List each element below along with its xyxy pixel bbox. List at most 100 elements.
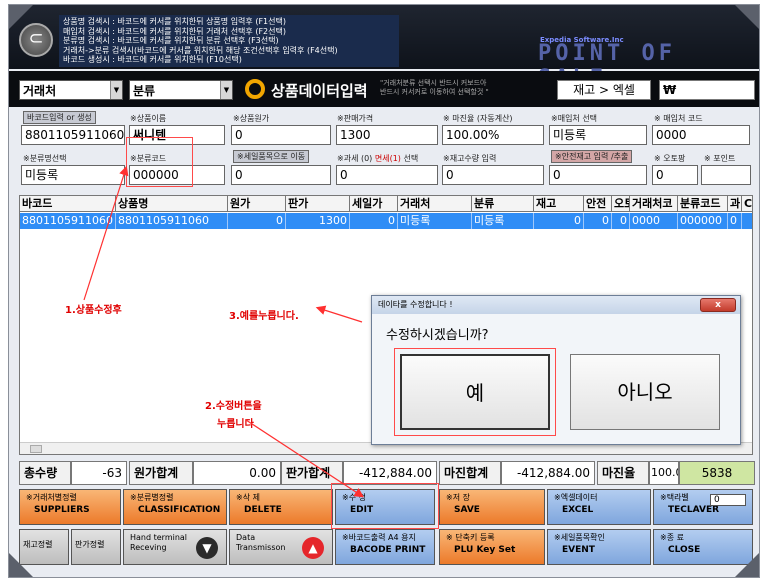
highlight-box-edit xyxy=(331,483,439,529)
cost-input[interactable]: 0 xyxy=(231,125,331,145)
confirm-dialog: 데이타를 수정합니다 ! x 수정하시겠습니까? 예 아니오 xyxy=(371,295,741,445)
corner-decoration xyxy=(735,553,759,577)
excel-button[interactable]: ※엑셀데이터 EXCEL xyxy=(547,489,651,525)
teclaver-button[interactable]: ※택라벨 TECLAVER 0 xyxy=(653,489,753,525)
button-label-en: TECLAVER xyxy=(668,505,720,515)
help-text: 상품명 검색시 : 바코드에 커서를 위치한뒤 상품명 입력후 (F1선택) 매… xyxy=(59,15,399,67)
upload-icon: ▲ xyxy=(302,537,324,559)
category-combo[interactable]: 분류 ▼ xyxy=(129,80,233,100)
total-qty-value: -63 xyxy=(71,461,127,485)
stock-to-excel-button[interactable]: 재고 > 엑셀 xyxy=(557,80,651,100)
yes-button[interactable]: 예 xyxy=(400,354,550,430)
table-row[interactable]: 8801105911060 8801105911060 0 1300 0 미등록… xyxy=(20,213,752,229)
won-field[interactable]: ₩ xyxy=(659,80,755,100)
price-label: ※판매가격 xyxy=(337,114,374,123)
col-header[interactable]: 원가 xyxy=(228,196,286,212)
cell-category-code: 000000 xyxy=(678,213,728,229)
button-label-en: CLASSIFICATION xyxy=(138,505,221,515)
col-header[interactable]: 거래처코 xyxy=(630,196,678,212)
button-label: ※종 료 xyxy=(660,533,684,542)
ring-logo-icon xyxy=(245,79,265,99)
teclaver-count-input[interactable]: 0 xyxy=(710,494,746,506)
category-input[interactable]: 미등록 xyxy=(21,165,125,185)
barcode-print-button[interactable]: ※바코드출력 A4 용지 BACODE PRINT xyxy=(335,529,435,565)
col-header[interactable]: 바코드 xyxy=(20,196,116,212)
no-button[interactable]: 아니오 xyxy=(570,354,720,430)
close-icon[interactable]: x xyxy=(700,298,736,312)
stock-input[interactable]: 0 xyxy=(442,165,544,185)
annotation-step1: 1.상품수정후 xyxy=(65,305,122,316)
col-header[interactable]: C xyxy=(742,196,752,212)
button-label: ※분류별정렬 xyxy=(130,493,174,502)
cell-cost: 0 xyxy=(228,213,286,229)
auto-price-input[interactable]: 0 xyxy=(652,165,698,185)
button-label-en: CLOSE xyxy=(668,545,701,555)
cell-auto: 0 xyxy=(612,213,630,229)
supplier-code-input[interactable]: 0000 xyxy=(652,125,750,145)
col-header[interactable]: 거래처 xyxy=(398,196,472,212)
safety-stock-input[interactable]: 0 xyxy=(549,165,647,185)
delete-button[interactable]: ※삭 제 DELETE xyxy=(229,489,333,525)
chevron-down-icon[interactable]: ▼ xyxy=(110,81,122,99)
cost-label: ※상품원가 xyxy=(233,114,270,123)
sale-price-input[interactable]: 0 xyxy=(231,165,331,185)
margin-rate-label: 마진율 xyxy=(597,461,649,485)
price-input[interactable]: 1300 xyxy=(336,125,438,145)
button-label-en: EXCEL xyxy=(562,505,594,515)
auto-price-label: ※ 오토팡 xyxy=(654,154,686,163)
save-button[interactable]: ※저 장 SAVE xyxy=(439,489,545,525)
event-button[interactable]: ※세일품목확인 EVENT xyxy=(547,529,651,565)
safety-stock-button[interactable]: ※안전재고 입력 /추출 xyxy=(551,150,633,163)
point-input[interactable] xyxy=(701,165,751,185)
dialog-message: 수정하시겠습니까? xyxy=(386,328,489,343)
col-header[interactable]: 상품명 xyxy=(116,196,228,212)
col-header[interactable]: 세일가 xyxy=(350,196,398,212)
category-combo-value: 분류 xyxy=(133,84,156,98)
button-label: ※엑셀데이터 xyxy=(554,493,598,502)
total-margin-label: 마진합계 xyxy=(439,461,501,485)
total-price-value: -412,884.00 xyxy=(343,461,437,485)
barcode-generate-button[interactable]: 바코드입력 or 생성 xyxy=(23,111,96,124)
supplier-label: ※매입처 선택 xyxy=(551,114,598,123)
margin-input: 100.00% xyxy=(442,125,544,145)
col-header[interactable]: 과 xyxy=(728,196,742,212)
supplier-input[interactable]: 미등록 xyxy=(549,125,647,145)
transmission-button[interactable]: Data Transmisson ▲ xyxy=(229,529,333,565)
sort-suppliers-button[interactable]: ※거래처별정렬 SUPPLIERS xyxy=(19,489,121,525)
col-header[interactable]: 분류 xyxy=(472,196,534,212)
move-to-sale-button[interactable]: ※세일품목으로 이동 xyxy=(233,150,310,163)
col-header[interactable]: 오토 xyxy=(612,196,630,212)
corner-decoration xyxy=(9,553,33,577)
col-header[interactable]: 안전 xyxy=(584,196,612,212)
exit-icon[interactable]: ⊂ xyxy=(19,23,53,57)
total-qty-label: 총수량 xyxy=(19,461,71,485)
button-label: ※삭 제 xyxy=(236,493,260,502)
barcode-input[interactable]: 8801105911060 xyxy=(21,125,125,145)
highlight-box-name xyxy=(126,137,193,187)
col-header[interactable]: 판가 xyxy=(286,196,350,212)
chevron-down-icon[interactable]: ▼ xyxy=(220,81,232,99)
scrollbar-thumb[interactable] xyxy=(30,445,42,453)
title-toolbar: 거래처 ▼ 분류 ▼ 상품데이터입력 "거래처분류 선택시 반드시 커보드아 반… xyxy=(9,71,759,107)
stock-label: ※재고수량 입력 xyxy=(443,154,497,163)
receiving-button[interactable]: Hand terminal Receving ▼ xyxy=(123,529,227,565)
button-label: ※세일품목확인 xyxy=(554,533,605,542)
price-sort-button[interactable]: 판가정렬 xyxy=(71,529,121,565)
cell-price: 1300 xyxy=(286,213,350,229)
col-header[interactable]: 재고 xyxy=(534,196,584,212)
sort-classification-button[interactable]: ※분류별정렬 CLASSIFICATION xyxy=(123,489,227,525)
cell-sale: 0 xyxy=(350,213,398,229)
tax-input[interactable]: 0 xyxy=(336,165,438,185)
record-count: 5838 xyxy=(679,461,755,485)
download-icon: ▼ xyxy=(196,537,218,559)
button-label-en: SUPPLIERS xyxy=(34,505,90,515)
help-line: 거래처->분류 검색시(바코드에 커서를 위치한뒤 해당 조건선택후 입력후 (… xyxy=(63,45,338,55)
help-line: 바코드 생성시 : 바코드에 커서를 위치한뒤 (F10선택) xyxy=(63,55,242,64)
supplier-combo[interactable]: 거래처 ▼ xyxy=(19,80,123,100)
supplier-combo-value: 거래처 xyxy=(23,84,57,98)
header-bar: ⊂ 상품명 검색시 : 바코드에 커서를 위치한뒤 상품명 입력후 (F1선택)… xyxy=(9,5,759,91)
col-header[interactable]: 분류코드 xyxy=(678,196,728,212)
plu-key-button[interactable]: ※ 단축키 등록 PLU Key Set xyxy=(439,529,545,565)
title-note: "거래처분류 선택시 반드시 커보드아 반드시 커서커로 이동하여 선택할것 " xyxy=(380,79,489,97)
point-label: ※ 포인트 xyxy=(704,154,736,163)
